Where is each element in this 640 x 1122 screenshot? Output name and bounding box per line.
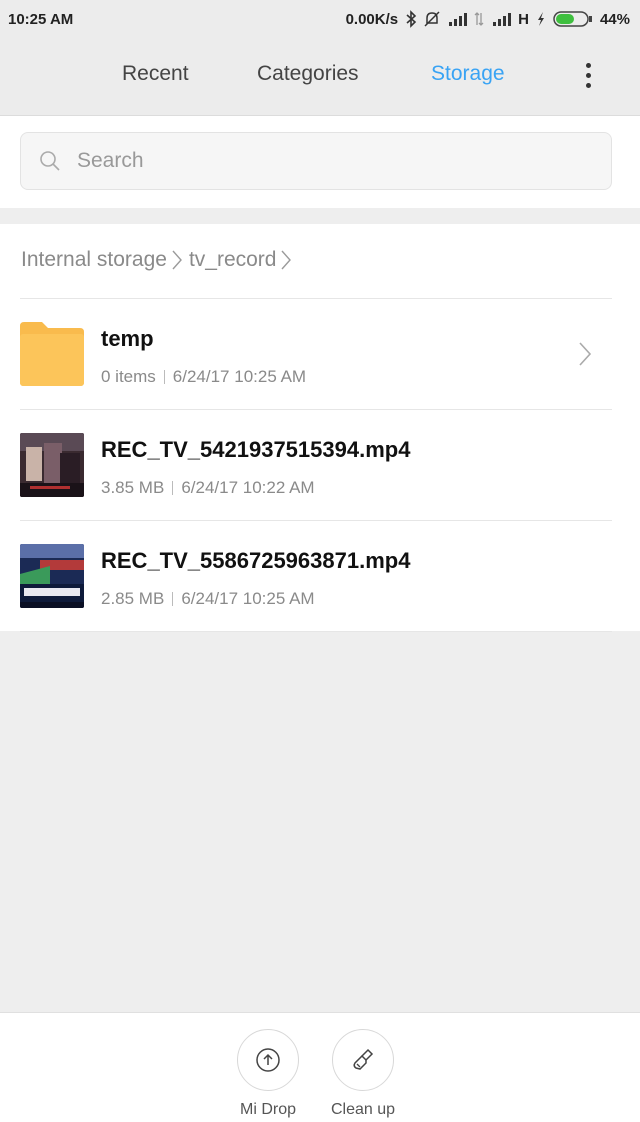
mi-drop-button[interactable]: Mi Drop bbox=[228, 1029, 308, 1119]
file-date: 6/24/17 10:25 AM bbox=[172, 367, 307, 386]
bluetooth-icon bbox=[406, 10, 417, 28]
clean-up-button[interactable]: Clean up bbox=[323, 1029, 403, 1119]
file-name: temp bbox=[101, 326, 154, 351]
status-time: 10:25 AM bbox=[8, 10, 74, 28]
clean-up-label: Clean up bbox=[330, 1101, 396, 1118]
silent-bell-icon bbox=[424, 11, 440, 27]
breadcrumb: Internal storage tv_record bbox=[21, 248, 298, 272]
upload-circle-icon[interactable] bbox=[237, 1029, 299, 1091]
signal-icon-2 bbox=[493, 13, 512, 26]
mi-drop-label: Mi Drop bbox=[239, 1101, 296, 1118]
file-size: 0 items bbox=[101, 367, 156, 386]
battery-percent: 44% bbox=[599, 10, 630, 28]
list-item-folder[interactable]: temp 0 items 6/24/17 10:25 AM bbox=[0, 299, 640, 410]
file-date: 6/24/17 10:25 AM bbox=[181, 589, 315, 608]
status-icons: 0.00K/s H 44% bbox=[346, 10, 630, 28]
more-options-icon[interactable] bbox=[573, 58, 603, 92]
file-list-panel: Internal storage tv_record temp 0 items … bbox=[0, 224, 640, 632]
bottom-action-bar: Mi Drop Clean up bbox=[0, 1012, 640, 1122]
search-icon bbox=[40, 151, 60, 171]
data-transfer-icon bbox=[474, 12, 484, 26]
list-item-video[interactable]: REC_TV_5586725963871.mp4 2.85 MB 6/24/17… bbox=[0, 521, 640, 632]
file-meta: 2.85 MB 6/24/17 10:25 AM bbox=[101, 589, 315, 609]
network-type: H bbox=[518, 10, 529, 28]
file-size: 3.85 MB bbox=[101, 478, 165, 497]
charging-icon bbox=[537, 12, 544, 26]
search-input[interactable]: Search bbox=[20, 132, 612, 190]
search-area: Search bbox=[0, 116, 640, 208]
status-bar: 10:25 AM 0.00K/s H 44% bbox=[0, 0, 640, 38]
battery-icon bbox=[553, 11, 592, 27]
tab-categories[interactable]: Categories bbox=[257, 62, 359, 86]
file-meta: 0 items 6/24/17 10:25 AM bbox=[101, 367, 306, 387]
video-thumbnail bbox=[20, 433, 84, 497]
search-placeholder: Search bbox=[77, 149, 144, 172]
divider bbox=[20, 631, 612, 632]
net-speed: 0.00K/s bbox=[345, 10, 399, 28]
tab-recent[interactable]: Recent bbox=[122, 62, 189, 86]
list-item-video[interactable]: REC_TV_5421937515394.mp4 3.85 MB 6/24/17… bbox=[0, 410, 640, 521]
file-name: REC_TV_5421937515394.mp4 bbox=[101, 437, 411, 462]
breadcrumb-tv-record[interactable]: tv_record bbox=[189, 248, 277, 272]
file-name: REC_TV_5586725963871.mp4 bbox=[101, 548, 411, 573]
chevron-right-icon bbox=[281, 250, 292, 270]
video-thumbnail bbox=[20, 544, 84, 608]
tab-storage[interactable]: Storage bbox=[431, 62, 505, 86]
chevron-right-icon bbox=[579, 342, 592, 366]
top-tabs: Recent Categories Storage bbox=[0, 38, 640, 116]
broom-icon[interactable] bbox=[332, 1029, 394, 1091]
file-size: 2.85 MB bbox=[101, 589, 165, 608]
breadcrumb-internal-storage[interactable]: Internal storage bbox=[21, 248, 167, 272]
folder-icon bbox=[20, 322, 84, 386]
file-meta: 3.85 MB 6/24/17 10:22 AM bbox=[101, 478, 315, 498]
file-date: 6/24/17 10:22 AM bbox=[181, 478, 315, 497]
signal-icon bbox=[449, 13, 468, 26]
chevron-right-icon bbox=[172, 250, 182, 270]
